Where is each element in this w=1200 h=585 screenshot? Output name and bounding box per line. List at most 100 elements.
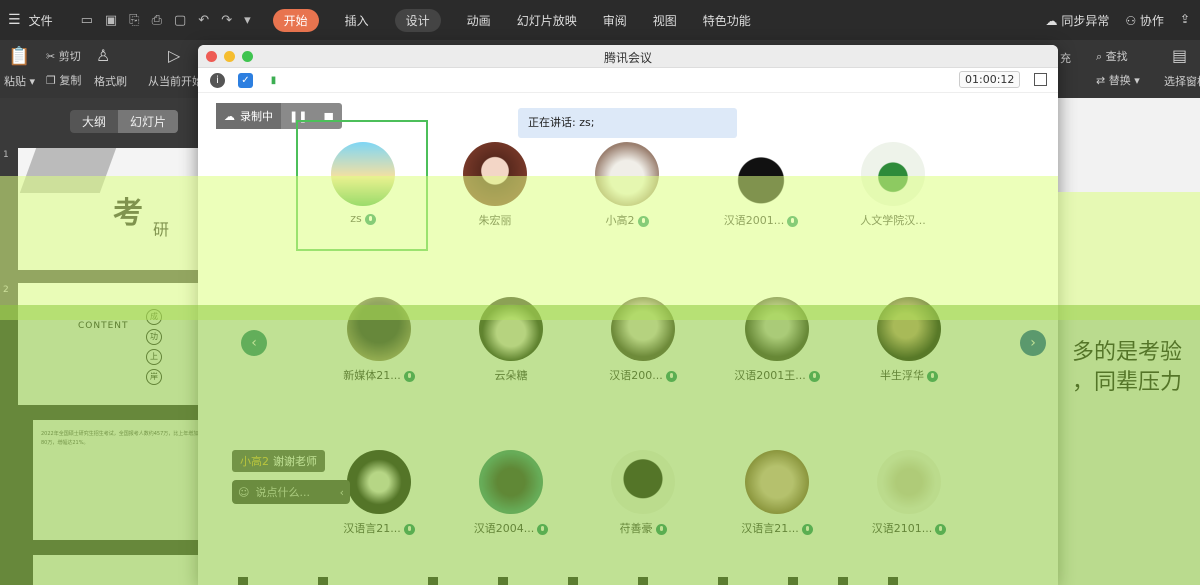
save-icon[interactable]: ▣: [105, 13, 117, 28]
participant-tile[interactable]: 苻善豪: [588, 450, 698, 536]
participant-tile[interactable]: 人文学院汉...: [838, 142, 948, 228]
sync-status[interactable]: ☁ 同步异常: [1045, 12, 1109, 29]
avatar: [877, 450, 941, 514]
play-icon[interactable]: ▷: [168, 46, 180, 65]
settings-icon[interactable]: [888, 577, 898, 585]
participant-tile[interactable]: 汉语2001王...: [722, 297, 832, 383]
paste-button[interactable]: 粘贴 ▾: [4, 73, 35, 89]
tab-slideshow[interactable]: 幻灯片放映: [517, 12, 577, 29]
invite-icon[interactable]: [568, 577, 578, 585]
slide3-text: 2022年全国硕士研究生招生考试，全国报考人数约457万，比上年增加了80万，增…: [41, 431, 204, 446]
copy-button[interactable]: ❐ 复制: [46, 72, 81, 88]
laptop-image: [19, 148, 117, 193]
tab-insert[interactable]: 插入: [345, 12, 369, 29]
select-pane-icon[interactable]: ▤: [1172, 46, 1187, 65]
undo-icon[interactable]: ↶: [198, 13, 209, 28]
slide-thumbnail-3[interactable]: 2022年全国硕士研究生招生考试，全国报考人数约457万，比上年增加了80万，增…: [33, 420, 215, 540]
collapse-chat-icon[interactable]: ‹: [340, 486, 344, 499]
slide-text-line-1: 多的是考验: [1072, 340, 1183, 365]
mic-icon: [801, 523, 813, 535]
tab-features[interactable]: 特色功能: [703, 12, 751, 29]
avatar: [479, 297, 543, 361]
meeting-window: 腾讯会议 i ✓ ▮ 01:00:12 ☁ 录制中 ❚❚ ■ 正在讲话: zs; …: [198, 45, 1058, 585]
participant-tile[interactable]: 朱宏丽: [440, 142, 550, 228]
shield-icon[interactable]: ✓: [238, 73, 253, 88]
participant-name: 汉语2001王...: [734, 369, 806, 382]
collab-button[interactable]: ⚇ 协作: [1125, 12, 1164, 29]
play-from-current-button[interactable]: 从当前开始: [148, 73, 203, 89]
tab-design[interactable]: 设计: [394, 8, 441, 32]
replace-button[interactable]: ⇄ 替换 ▾: [1096, 72, 1140, 88]
record-icon[interactable]: [788, 577, 798, 585]
apps-icon[interactable]: [838, 577, 848, 585]
cut-button[interactable]: ✂ 剪切: [46, 48, 81, 64]
participant-tile[interactable]: 汉语2101...: [854, 450, 964, 536]
avatar: [463, 142, 527, 206]
format-painter-button[interactable]: 格式刷: [94, 73, 127, 89]
share-icon[interactable]: ⇪: [1180, 12, 1190, 29]
tab-outline[interactable]: 大纲: [70, 110, 118, 133]
tab-view[interactable]: 视图: [653, 12, 677, 29]
members-icon[interactable]: [638, 577, 648, 585]
tab-slides[interactable]: 幻灯片: [118, 110, 179, 133]
security-icon[interactable]: [498, 577, 508, 585]
avatar: [347, 450, 411, 514]
format-painter-icon[interactable]: ♙: [96, 46, 110, 65]
mic-icon: [808, 370, 820, 382]
participant-name: zs: [350, 212, 362, 225]
participant-tile[interactable]: zs: [308, 142, 418, 225]
slide-thumbnail-2[interactable]: CONTENT 成 功 上 岸: [18, 283, 198, 405]
participant-tile[interactable]: 汉语2001...: [706, 142, 816, 228]
open-folder-icon[interactable]: ▭: [81, 13, 93, 28]
ribbon-partial-label: 充: [1060, 52, 1071, 65]
participant-tile[interactable]: 汉语200...: [588, 297, 698, 383]
mic-icon: [787, 215, 799, 227]
slide1-title-yan: 研: [153, 220, 170, 239]
participant-tile[interactable]: 汉语言21...: [722, 450, 832, 536]
slide2-circle: 成: [146, 309, 162, 325]
participant-name: 云朵糖: [494, 369, 528, 382]
video-icon[interactable]: [318, 577, 328, 585]
participant-name: 半生浮华: [880, 369, 924, 382]
signal-icon[interactable]: ▮: [266, 73, 281, 88]
avatar: [479, 450, 543, 514]
participant-tile[interactable]: 小高2: [572, 142, 682, 228]
paste-icon[interactable]: 📋: [8, 46, 30, 67]
dropdown-icon[interactable]: ▾: [244, 13, 251, 28]
hamburger-icon[interactable]: ☰: [8, 12, 21, 28]
slide-thumbnail-4[interactable]: [33, 555, 215, 585]
redo-icon[interactable]: ↷: [221, 13, 232, 28]
find-button[interactable]: ⌕ 查找: [1096, 48, 1128, 64]
tab-animation[interactable]: 动画: [467, 12, 491, 29]
participant-tile[interactable]: 新媒体21...: [324, 297, 434, 383]
mic-icon: [665, 370, 677, 382]
emoji-icon[interactable]: ☺: [238, 486, 249, 499]
participant-tile[interactable]: 半生浮华: [854, 297, 964, 383]
meeting-timer: 01:00:12: [959, 71, 1021, 88]
slide2-content-label: CONTENT: [78, 321, 129, 331]
prev-page-button[interactable]: ‹: [241, 330, 267, 356]
mic-icon: [655, 523, 667, 535]
share-screen-icon[interactable]: [428, 577, 438, 585]
fullscreen-icon[interactable]: [1034, 73, 1047, 86]
select-pane-button[interactable]: 选择窗格: [1164, 73, 1200, 89]
chat-input[interactable]: ☺ 说点什么... ‹: [232, 480, 350, 504]
slide-thumbnail-1[interactable]: 考 研: [18, 148, 198, 270]
participant-tile[interactable]: 云朵糖: [456, 297, 566, 383]
chat-overlay: 小高2 谢谢老师 ☺ 说点什么... ‹: [232, 450, 350, 504]
mute-icon[interactable]: [238, 577, 248, 585]
print-icon[interactable]: ⎙: [152, 13, 162, 28]
tab-review[interactable]: 审阅: [603, 12, 627, 29]
tab-home[interactable]: 开始: [272, 8, 319, 32]
export-icon[interactable]: ⎘: [129, 13, 139, 28]
file-menu[interactable]: 文件: [29, 12, 53, 29]
mic-icon: [537, 523, 549, 535]
info-icon[interactable]: i: [210, 73, 225, 88]
next-page-button[interactable]: ›: [1020, 330, 1046, 356]
avatar: [861, 142, 925, 206]
quick-access-toolbar: ▭ ▣ ⎘ ⎙ ▢ ↶ ↷ ▾: [81, 13, 251, 28]
participant-tile[interactable]: 汉语2004...: [456, 450, 566, 536]
chat-icon[interactable]: [718, 577, 728, 585]
preview-icon[interactable]: ▢: [174, 13, 186, 28]
participant-name: 小高2: [605, 214, 635, 227]
